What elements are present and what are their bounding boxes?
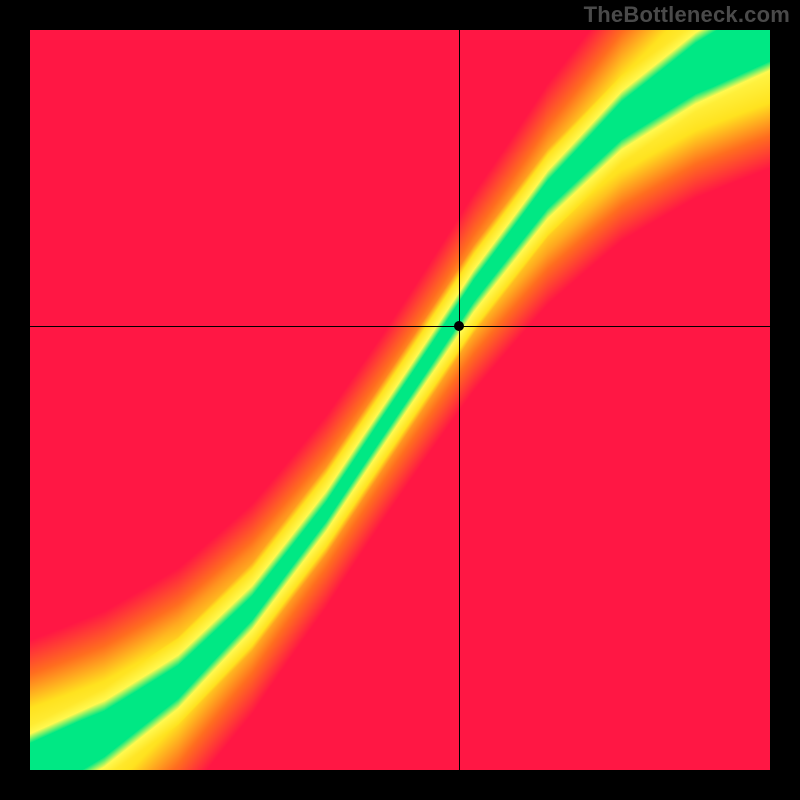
- crosshair-vertical: [459, 30, 460, 770]
- crosshair-horizontal: [30, 326, 770, 327]
- heatmap-canvas: [30, 30, 770, 770]
- attribution-label: TheBottleneck.com: [584, 2, 790, 28]
- heatmap-plot: [30, 30, 770, 770]
- chart-container: TheBottleneck.com: [0, 0, 800, 800]
